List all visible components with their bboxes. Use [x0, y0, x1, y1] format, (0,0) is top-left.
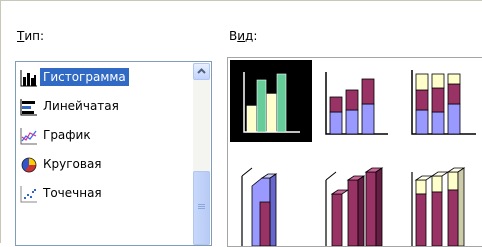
subtype-percent-stacked-column[interactable] [402, 60, 482, 142]
percent-stacked-column-icon [411, 70, 476, 135]
chart-subtype-gallery [227, 57, 482, 247]
subtype-stacked-column-3d[interactable] [316, 146, 398, 246]
scroll-up-button[interactable] [193, 63, 210, 80]
chart-type-scrollbar[interactable] [193, 63, 210, 245]
scrollbar-thumb[interactable] [193, 171, 210, 245]
clustered-column-icon [243, 72, 300, 133]
column-chart-icon [20, 70, 37, 87]
scatter-chart-icon [20, 186, 37, 203]
chart-subtype-label: Вид: [229, 29, 258, 43]
stacked-column-3d-icon [325, 167, 384, 246]
chart-type-label-scatter: Точечная [43, 186, 102, 200]
pie-chart-icon [21, 157, 37, 173]
thumb-grip-line [198, 204, 205, 205]
line-chart-icon [20, 128, 37, 145]
chevron-up-icon [197, 68, 206, 74]
percent-stacked-column-3d-icon [411, 167, 466, 246]
chart-type-scatter[interactable]: Точечная [17, 179, 192, 208]
chart-type-pie[interactable]: Круговая [17, 150, 192, 179]
stacked-column-icon [325, 72, 388, 135]
chart-type-label-pie: Круговая [43, 157, 102, 171]
chart-wizard-dialog: Тип: Вид: Гистограмма Линейчатая График … [0, 0, 482, 247]
thumb-grip-line [198, 208, 205, 209]
chart-type-label-column: Гистограмма [40, 68, 129, 86]
chart-type-label-line: График [43, 128, 91, 142]
subtype-clustered-column[interactable] [230, 60, 312, 142]
clustered-column-3d-icon [241, 167, 278, 246]
chart-type-bar[interactable]: Линейчатая [17, 92, 192, 121]
chart-type-label: Тип: [17, 29, 45, 43]
chart-type-column[interactable]: Гистограмма [17, 63, 192, 92]
subtype-stacked-column[interactable] [316, 60, 398, 142]
subtype-clustered-column-3d[interactable] [230, 146, 312, 246]
chart-type-listbox[interactable]: Гистограмма Линейчатая График Круговая Т… [15, 61, 212, 246]
subtype-percent-stacked-column-3d[interactable] [402, 146, 482, 246]
bar-chart-icon [20, 99, 37, 116]
thumb-grip-line [198, 206, 205, 207]
chart-type-label-bar: Линейчатая [43, 99, 119, 113]
chart-type-line[interactable]: График [17, 121, 192, 150]
